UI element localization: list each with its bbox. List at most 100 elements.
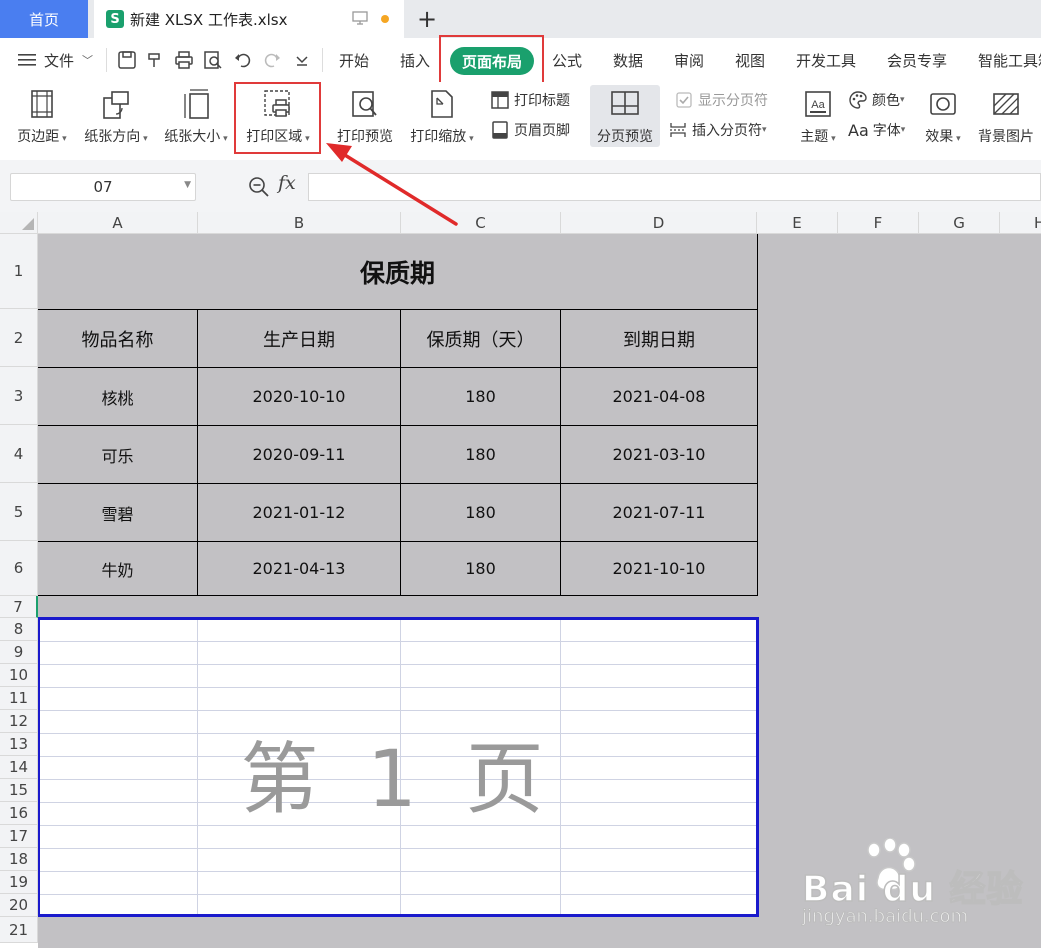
print-scale-button[interactable]: 打印缩放: [404, 82, 480, 146]
page-break-boundary[interactable]: [37, 617, 759, 917]
data-cell[interactable]: 2021-04-13: [198, 542, 400, 595]
data-cell[interactable]: 牛奶: [38, 542, 197, 595]
menu-data[interactable]: 数据: [613, 38, 643, 82]
menu-view[interactable]: 视图: [735, 38, 765, 82]
menu-start[interactable]: 开始: [339, 38, 369, 82]
effects-button[interactable]: 效果: [920, 82, 966, 146]
paper-size-button[interactable]: 纸张大小: [160, 82, 232, 146]
sheet-title-cell[interactable]: 保质期: [38, 234, 757, 309]
data-cell[interactable]: 2021-07-11: [561, 484, 757, 541]
save-icon[interactable]: [117, 50, 137, 70]
redo-icon[interactable]: [262, 50, 282, 70]
row-header-20[interactable]: 20: [0, 894, 38, 917]
print-preview-icon[interactable]: [203, 50, 223, 70]
row-header-4[interactable]: 4: [0, 425, 38, 483]
row-header-7[interactable]: 7: [0, 596, 38, 618]
margins-button[interactable]: 页边距: [12, 82, 72, 146]
header-cell-item-name[interactable]: 物品名称: [38, 310, 197, 367]
row-header-21[interactable]: 21: [0, 917, 38, 943]
row-header-18[interactable]: 18: [0, 848, 38, 871]
tab-document[interactable]: S 新建 XLSX 工作表.xlsx: [94, 0, 404, 38]
format-painter-icon[interactable]: [145, 50, 165, 70]
row-header-2[interactable]: 2: [0, 309, 38, 367]
header-footer-icon: [492, 121, 508, 139]
data-cell[interactable]: 180: [401, 542, 560, 595]
data-cell[interactable]: 核桃: [38, 368, 197, 425]
orientation-button[interactable]: 纸张方向: [80, 82, 152, 146]
column-header-B[interactable]: B: [198, 212, 401, 234]
tab-home[interactable]: 首页: [0, 0, 88, 38]
fx-icon[interactable]: fx: [278, 172, 296, 194]
name-box-dropdown-icon[interactable]: ▼: [184, 180, 191, 190]
data-cell[interactable]: 2021-10-10: [561, 542, 757, 595]
name-box[interactable]: 07 ▼: [10, 173, 196, 201]
header-cell-production-date[interactable]: 生产日期: [198, 310, 400, 367]
zoom-out-icon[interactable]: [248, 176, 270, 198]
data-cell[interactable]: 2021-04-08: [561, 368, 757, 425]
background-image-icon: [993, 93, 1019, 115]
row-header-11[interactable]: 11: [0, 687, 38, 710]
colors-button[interactable]: 颜色: [848, 90, 905, 110]
data-cell[interactable]: 2021-01-12: [198, 484, 400, 541]
menu-formulas[interactable]: 公式: [552, 38, 582, 82]
column-header-F[interactable]: F: [838, 212, 919, 234]
data-cell[interactable]: 180: [401, 484, 560, 541]
menu-review[interactable]: 审阅: [674, 38, 704, 82]
palette-icon: [849, 91, 867, 109]
print-icon[interactable]: [174, 50, 194, 70]
row-header-10[interactable]: 10: [0, 664, 38, 687]
data-cell[interactable]: 2020-09-11: [198, 426, 400, 483]
column-header-G[interactable]: G: [919, 212, 1000, 234]
insert-page-break-button[interactable]: 插入分页符: [668, 120, 767, 140]
fonts-button[interactable]: Aa 字体: [848, 120, 905, 140]
show-page-breaks-checkbox[interactable]: 显示分页符: [674, 90, 768, 110]
row-header-8[interactable]: 8: [0, 618, 38, 641]
new-tab-button[interactable]: +: [414, 5, 440, 33]
monitor-icon[interactable]: [352, 11, 368, 25]
menu-developer[interactable]: 开发工具: [796, 38, 856, 82]
colors-label: 颜色: [872, 93, 900, 109]
column-header-D[interactable]: D: [561, 212, 757, 234]
row-header-17[interactable]: 17: [0, 825, 38, 848]
row-header-13[interactable]: 13: [0, 733, 38, 756]
row-header-15[interactable]: 15: [0, 779, 38, 802]
row-header-19[interactable]: 19: [0, 871, 38, 894]
select-all-corner[interactable]: [0, 212, 38, 234]
data-cell[interactable]: 可乐: [38, 426, 197, 483]
column-header-H[interactable]: H: [1000, 212, 1041, 234]
row-header-12[interactable]: 12: [0, 710, 38, 733]
row-header-16[interactable]: 16: [0, 802, 38, 825]
data-cell[interactable]: 2021-03-10: [561, 426, 757, 483]
column-header-E[interactable]: E: [757, 212, 838, 234]
menu-insert[interactable]: 插入: [400, 38, 430, 82]
header-cell-shelf-life[interactable]: 保质期（天）: [401, 310, 560, 367]
print-preview-button[interactable]: 打印预览: [332, 82, 398, 146]
document-title: 新建 XLSX 工作表.xlsx: [130, 10, 288, 29]
print-titles-button[interactable]: 打印标题: [490, 90, 570, 110]
customize-quick-access-icon[interactable]: [292, 50, 312, 70]
row-header-1[interactable]: 1: [0, 234, 38, 309]
theme-button[interactable]: Aa 主题: [796, 82, 840, 146]
effects-icon: [930, 93, 956, 115]
menu-member[interactable]: 会员专享: [887, 38, 947, 82]
row-header-6[interactable]: 6: [0, 541, 38, 596]
column-header-A[interactable]: A: [38, 212, 198, 234]
margins-label: 页边距: [17, 126, 66, 146]
page-break-preview-button[interactable]: 分页预览: [592, 82, 658, 146]
background-image-button[interactable]: 背景图片: [974, 82, 1038, 146]
formula-input[interactable]: [308, 173, 1041, 201]
row-header-14[interactable]: 14: [0, 756, 38, 779]
row-header-3[interactable]: 3: [0, 367, 38, 425]
menu-smart-toolbox[interactable]: 智能工具箱: [978, 38, 1041, 82]
row-header-5[interactable]: 5: [0, 483, 38, 541]
file-menu[interactable]: 文件 ﹀: [18, 38, 93, 82]
column-header-C[interactable]: C: [401, 212, 561, 234]
header-cell-expiry-date[interactable]: 到期日期: [561, 310, 757, 367]
data-cell[interactable]: 2020-10-10: [198, 368, 400, 425]
data-cell[interactable]: 180: [401, 368, 560, 425]
data-cell[interactable]: 180: [401, 426, 560, 483]
header-footer-button[interactable]: 页眉页脚: [490, 120, 570, 140]
undo-icon[interactable]: [233, 50, 253, 70]
row-header-9[interactable]: 9: [0, 641, 38, 664]
data-cell[interactable]: 雪碧: [38, 484, 197, 541]
